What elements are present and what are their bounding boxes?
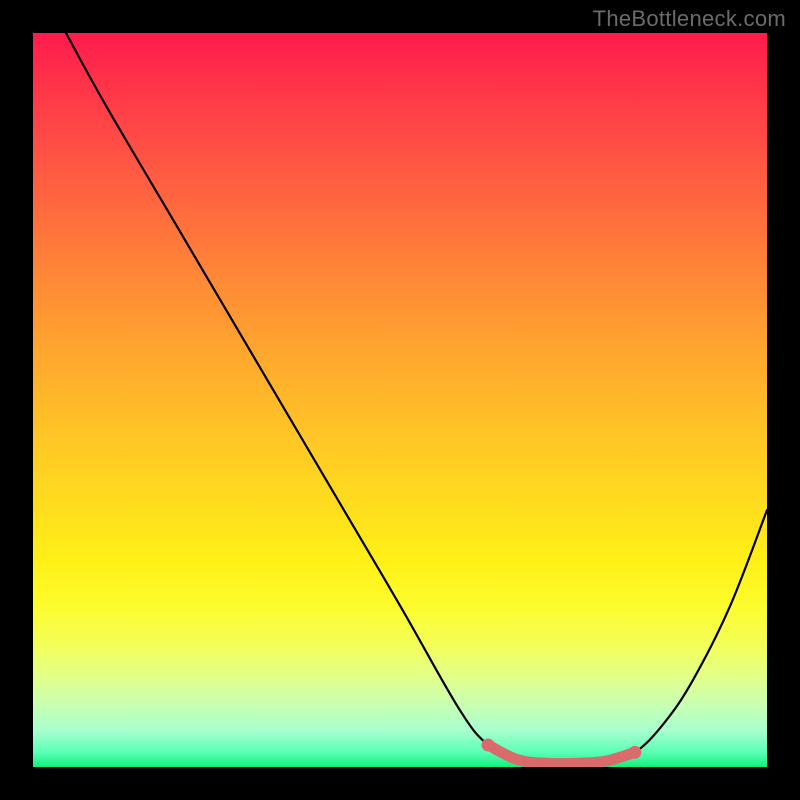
watermark-text: TheBottleneck.com [593,6,786,32]
chart-container: TheBottleneck.com [0,0,800,800]
bottleneck-curve [66,33,767,764]
plot-area [33,33,767,767]
curve-svg [33,33,767,767]
highlight-dot-right [628,746,641,759]
highlight-dot-left [482,738,495,751]
highlight-segment [488,745,635,764]
